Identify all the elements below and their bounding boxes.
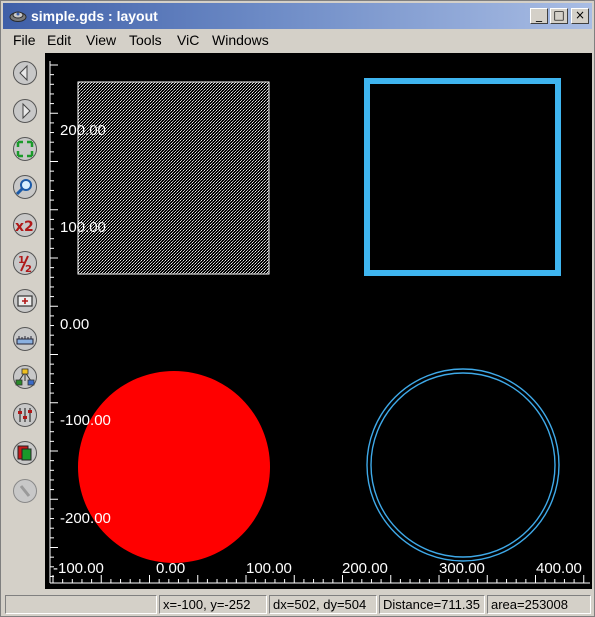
status-distance: Distance=711.35 xyxy=(379,595,485,614)
fit-all-icon[interactable] xyxy=(12,136,38,162)
zoom-box-icon[interactable] xyxy=(12,288,38,314)
zoom-icon[interactable] xyxy=(12,174,38,200)
window-title: simple.gds : layout xyxy=(31,8,158,24)
layout-drawing[interactable]: 200.00 100.00 0.00 -100.00 -200.00 -100.… xyxy=(45,53,592,589)
app-icon[interactable] xyxy=(9,7,27,25)
y-tick-label: -100.00 xyxy=(60,412,111,429)
pan-left-icon[interactable] xyxy=(12,60,38,86)
x-tick-label: -100.00 xyxy=(53,560,104,577)
y-tick-label: 200.00 xyxy=(60,122,106,139)
menu-tools[interactable]: Tools xyxy=(129,32,162,49)
layer-palette-icon[interactable] xyxy=(12,440,38,466)
minimize-button[interactable]: _ xyxy=(530,8,548,24)
outline-circle-shape[interactable] xyxy=(366,368,560,562)
x-axis-ruler xyxy=(50,575,590,584)
x-tick-label: 200.00 xyxy=(342,560,388,577)
y-axis-ruler xyxy=(49,61,58,583)
hatched-square-shape[interactable] xyxy=(77,81,270,275)
svg-text:x2: x2 xyxy=(15,219,34,235)
layers-sliders-icon[interactable] xyxy=(12,402,38,428)
x-tick-label: 0.00 xyxy=(156,560,185,577)
layout-canvas[interactable]: 200.00 100.00 0.00 -100.00 -200.00 -100.… xyxy=(45,53,592,589)
menu-file[interactable]: File xyxy=(13,32,36,49)
zoom-out-half-icon[interactable]: 1 2 xyxy=(12,250,38,276)
tool-palette: x2 1 2 xyxy=(3,53,45,589)
y-tick-label: 0.00 xyxy=(60,316,89,333)
menu-bar: File Edit View Tools ViC Windows xyxy=(3,30,592,51)
x-tick-label: 300.00 xyxy=(439,560,485,577)
x-tick-label: 400.00 xyxy=(536,560,582,577)
status-area: area=253008 xyxy=(487,595,591,614)
svg-text:2: 2 xyxy=(25,264,32,275)
y-tick-label: 100.00 xyxy=(60,219,106,236)
status-coords: x=-100, y=-252 xyxy=(159,595,267,614)
status-bar: x=-100, y=-252 dx=502, dy=504 Distance=7… xyxy=(3,593,592,615)
maximize-button[interactable]: □ xyxy=(550,8,568,24)
outline-circle-inner[interactable] xyxy=(370,372,556,558)
title-bar[interactable]: simple.gds : layout _ □ × xyxy=(3,3,592,29)
hierarchy-icon[interactable] xyxy=(12,364,38,390)
close-button[interactable]: × xyxy=(571,8,589,24)
x-tick-label: 100.00 xyxy=(246,560,292,577)
pan-right-icon[interactable] xyxy=(12,98,38,124)
menu-vic[interactable]: ViC xyxy=(177,32,199,49)
layout-window: simple.gds : layout _ □ × File Edit View… xyxy=(0,0,595,617)
ruler-icon[interactable] xyxy=(12,326,38,352)
menu-edit[interactable]: Edit xyxy=(47,32,71,49)
tool-disabled-icon[interactable] xyxy=(12,478,38,504)
status-delta: dx=502, dy=504 xyxy=(269,595,377,614)
y-tick-label: -200.00 xyxy=(60,510,111,527)
status-message xyxy=(5,595,157,614)
menu-windows[interactable]: Windows xyxy=(212,32,269,49)
filled-circle-shape[interactable] xyxy=(78,371,270,563)
zoom-in-x2-icon[interactable]: x2 xyxy=(12,212,38,238)
menu-view[interactable]: View xyxy=(86,32,116,49)
outline-square-shape[interactable] xyxy=(364,78,561,276)
